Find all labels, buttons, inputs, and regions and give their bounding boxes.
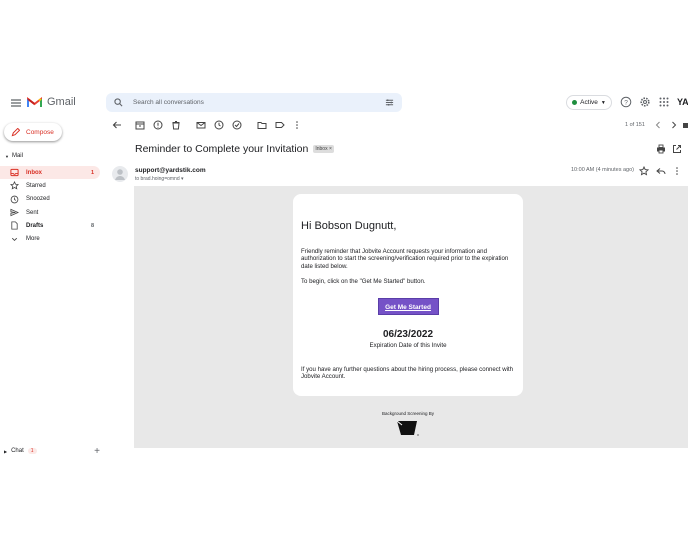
gmail-m-icon xyxy=(27,96,42,107)
account-brand[interactable]: YA xyxy=(677,97,688,107)
apps-grid-icon[interactable] xyxy=(658,96,670,108)
more-vert-icon[interactable] xyxy=(292,120,302,130)
draft-icon xyxy=(11,221,18,230)
greeting: Hi Bobson Dugnutt, xyxy=(301,220,397,232)
pencil-icon xyxy=(11,127,20,136)
chat-section-toggle[interactable]: ▶ Chat 1 + xyxy=(4,446,100,457)
caret-right-icon: ▶ xyxy=(4,448,8,454)
sidebar-item-label: Starred xyxy=(26,182,46,189)
instruction-paragraph: To begin, click on the "Get Me Started" … xyxy=(301,278,426,286)
screening-provider-logo xyxy=(396,418,420,438)
sidebar-item-drafts[interactable]: Drafts 8 xyxy=(0,219,100,232)
expiration-label: Expiration Date of this Invite xyxy=(369,341,447,349)
delete-trash-icon[interactable] xyxy=(171,120,181,130)
chat-count-badge: 1 xyxy=(27,448,37,454)
compose-label: Compose xyxy=(26,128,54,136)
status-label: Active xyxy=(580,99,598,106)
send-icon xyxy=(10,208,19,217)
input-tools-icon[interactable] xyxy=(683,120,688,130)
snooze-clock-icon[interactable] xyxy=(214,120,224,130)
move-to-folder-icon[interactable] xyxy=(257,120,267,130)
recipient-line[interactable]: to brad.hoing=omnd ▾ xyxy=(135,176,184,182)
contact-paragraph: If you have any further questions about … xyxy=(301,365,514,381)
sidebar-nav: Inbox 1 Starred Snoozed Sent Drafts 8 Mo… xyxy=(0,166,100,246)
sidebar-item-label: Sent xyxy=(26,209,39,216)
email-card: Hi Bobson Dugnutt, Friendly reminder tha… xyxy=(293,194,523,396)
print-icon[interactable] xyxy=(656,144,666,154)
settings-gear-icon[interactable] xyxy=(639,96,651,108)
get-me-started-button[interactable]: Get Me Started xyxy=(377,297,439,315)
compose-button[interactable]: Compose xyxy=(4,123,62,141)
main-menu-icon[interactable] xyxy=(10,97,22,109)
inbox-label-chip[interactable]: Inbox × xyxy=(313,145,334,153)
mail-section-label: Mail xyxy=(11,153,23,159)
label-tag-icon[interactable] xyxy=(275,120,285,130)
status-selector[interactable]: Active ▼ xyxy=(566,95,612,110)
screening-footer-label: Background Screening By xyxy=(381,411,435,416)
chevron-down-icon xyxy=(11,237,18,241)
sidebar-item-inbox[interactable]: Inbox 1 xyxy=(0,166,100,180)
report-spam-icon[interactable] xyxy=(153,120,163,130)
reminder-paragraph: Friendly reminder that Jobvite Account r… xyxy=(301,248,509,270)
mail-section-toggle[interactable]: ▼ Mail xyxy=(5,153,23,159)
search-options-icon[interactable] xyxy=(385,98,394,107)
email-subject: Reminder to Complete your Invitation Inb… xyxy=(135,143,334,155)
star-icon xyxy=(10,181,19,190)
sidebar-item-label: Inbox xyxy=(26,169,42,176)
caret-down-icon: ▼ xyxy=(5,153,9,159)
message-more-vert-icon[interactable] xyxy=(672,166,682,176)
sidebar-item-label: Snoozed xyxy=(26,196,50,203)
sender-email[interactable]: support@yardstik.com xyxy=(135,167,206,174)
reply-icon[interactable] xyxy=(656,166,666,176)
add-chat-icon[interactable]: + xyxy=(94,446,100,457)
add-task-icon[interactable] xyxy=(232,120,242,130)
inbox-icon xyxy=(10,168,19,177)
back-arrow-icon[interactable] xyxy=(112,120,122,130)
caret-down-icon: ▼ xyxy=(600,99,606,106)
clock-icon xyxy=(10,195,19,204)
app-name: Gmail xyxy=(47,96,76,108)
drafts-count: 8 xyxy=(90,222,94,229)
sidebar-item-sent[interactable]: Sent xyxy=(0,206,100,219)
sidebar-item-label: More xyxy=(26,236,40,243)
subject-text: Reminder to Complete your Invitation xyxy=(135,143,309,155)
search-bar[interactable]: Search all conversations xyxy=(106,93,402,112)
pagination-count: 1 of 151 xyxy=(625,122,645,128)
open-new-window-icon[interactable] xyxy=(672,144,682,154)
status-dot-icon xyxy=(572,100,578,105)
help-icon[interactable]: ? xyxy=(620,96,632,108)
archive-icon[interactable] xyxy=(135,120,145,130)
search-input[interactable]: Search all conversations xyxy=(133,99,375,106)
star-message-icon[interactable] xyxy=(639,166,649,176)
svg-text:?: ? xyxy=(624,99,628,106)
sidebar-item-snoozed[interactable]: Snoozed xyxy=(0,193,100,206)
search-icon[interactable] xyxy=(114,98,123,107)
chat-label: Chat xyxy=(11,448,24,454)
sidebar-item-starred[interactable]: Starred xyxy=(0,179,100,192)
gmail-logo[interactable]: Gmail xyxy=(27,96,76,108)
newer-chevron-left-icon[interactable] xyxy=(653,120,663,130)
expiration-date: 06/23/2022 xyxy=(382,328,434,340)
sidebar-item-label: Drafts xyxy=(26,222,44,229)
message-timestamp: 10:00 AM (4 minutes ago) xyxy=(571,167,634,173)
sender-avatar[interactable] xyxy=(112,166,128,182)
unread-count: 1 xyxy=(90,169,94,176)
mark-unread-icon[interactable] xyxy=(196,120,206,130)
older-chevron-right-icon[interactable] xyxy=(669,120,679,130)
sidebar-item-more[interactable]: More xyxy=(0,232,100,245)
